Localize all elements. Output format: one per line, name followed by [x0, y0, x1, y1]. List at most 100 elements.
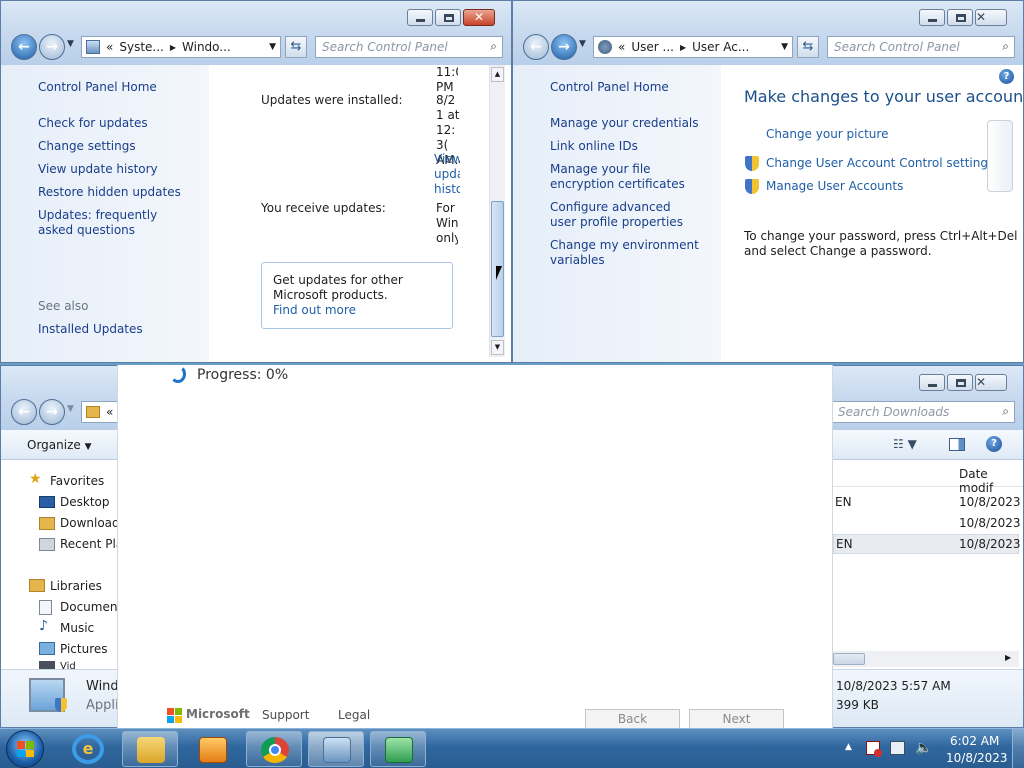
sidebar-control-panel-home[interactable]: Control Panel Home — [550, 80, 669, 94]
file-list: Date modif EN 10/8/2023 5 10/8/2023 5 EN… — [833, 461, 1023, 669]
search-placeholder: Search Downloads — [838, 405, 950, 419]
show-desktop-button[interactable] — [1012, 729, 1024, 768]
nav-desktop[interactable]: Desktop — [60, 495, 110, 509]
breadcrumb-overflow-icon[interactable]: « — [106, 40, 113, 54]
recent-pages-dropdown[interactable]: ▼ — [579, 39, 586, 49]
nav-videos[interactable]: Vid — [60, 661, 76, 669]
support-link[interactable]: Support — [262, 708, 309, 722]
search-input[interactable]: Search Control Panel ⌕ — [315, 36, 503, 58]
preview-pane-icon[interactable] — [949, 438, 965, 451]
back-button[interactable]: ← — [11, 399, 37, 425]
nav-pictures[interactable]: Pictures — [60, 642, 108, 656]
internet-explorer-icon[interactable]: e — [72, 734, 104, 764]
address-dropdown-icon[interactable]: ▼ — [781, 42, 788, 52]
scroll-right-arrow-icon[interactable]: ▶ — [1005, 653, 1011, 662]
details-size: 399 KB — [836, 698, 879, 712]
address-bar[interactable]: « User ... ▶ User Ac... ▼ — [593, 36, 793, 58]
sidebar-item-manage-credentials[interactable]: Manage your credentials — [550, 116, 699, 130]
start-button[interactable] — [6, 730, 44, 768]
address-dropdown-icon[interactable]: ▼ — [269, 42, 276, 52]
search-icon[interactable]: ⌕ — [1002, 39, 1009, 54]
microsoft-brand: Microsoft — [186, 707, 250, 721]
show-hidden-icons-button[interactable]: ▲ — [845, 742, 852, 752]
forward-button[interactable]: → — [551, 34, 577, 60]
user-picture-frame[interactable] — [987, 120, 1013, 192]
clock-date[interactable]: 10/8/2023 — [946, 751, 1008, 765]
search-input[interactable]: Search Downloads ⌕ — [831, 401, 1015, 423]
breadcrumb-user-accounts[interactable]: User Ac... — [692, 40, 749, 54]
manage-user-accounts-link[interactable]: Manage User Accounts — [766, 179, 903, 193]
maximize-button[interactable] — [947, 9, 973, 26]
sidebar-item-updates-faq[interactable]: Updates: frequently asked questions — [38, 208, 188, 238]
forward-button[interactable]: → — [39, 34, 65, 60]
find-out-more-link[interactable]: Find out more — [273, 303, 441, 318]
search-icon[interactable]: ⌕ — [1002, 404, 1009, 419]
breadcrumb-overflow-icon[interactable]: « — [106, 405, 113, 419]
table-row[interactable]: 10/8/2023 5 — [833, 513, 1023, 533]
close-button[interactable]: ✕ — [463, 9, 495, 26]
sidebar-item-view-update-history[interactable]: View update history — [38, 162, 158, 176]
table-row-selected[interactable]: EN 10/8/2023 5 — [833, 534, 1023, 554]
refresh-button[interactable]: ⇆ — [285, 36, 307, 58]
organize-button[interactable]: Organize ▼ — [27, 438, 92, 452]
forward-button[interactable]: → — [39, 399, 65, 425]
taskbar-explorer-button[interactable] — [122, 731, 178, 767]
scroll-down-arrow-icon[interactable]: ▼ — [491, 340, 504, 355]
search-input[interactable]: Search Control Panel ⌕ — [827, 36, 1015, 58]
title-bar[interactable]: ✕ ← → ▼ « User ... ▶ User Ac... ▼ ⇆ Sear… — [513, 1, 1023, 65]
horizontal-scrollbar[interactable]: ▶ — [833, 651, 1019, 667]
column-date-modified[interactable]: Date modif — [959, 467, 1023, 495]
sidebar-control-panel-home[interactable]: Control Panel Home — [38, 80, 157, 94]
breadcrumb-overflow-icon[interactable]: « — [618, 40, 625, 54]
horizontal-scroll-thumb[interactable] — [833, 653, 865, 665]
sidebar-item-restore-hidden-updates[interactable]: Restore hidden updates — [38, 185, 181, 199]
back-button[interactable]: ← — [11, 34, 37, 60]
close-button[interactable]: ✕ — [975, 374, 1007, 391]
maximize-button[interactable] — [435, 9, 461, 26]
view-options-icon[interactable]: ☷ ▼ — [893, 437, 917, 451]
sidebar-item-advanced-profile[interactable]: Configure advanced user profile properti… — [550, 200, 700, 230]
breadcrumb-windows-update[interactable]: Windo... — [182, 40, 231, 54]
breadcrumb-user-accounts-family[interactable]: User ... — [631, 40, 674, 54]
breadcrumb-system[interactable]: Syste... — [119, 40, 164, 54]
sidebar-item-installed-updates[interactable]: Installed Updates — [38, 322, 143, 336]
recent-pages-dropdown[interactable]: ▼ — [67, 404, 74, 414]
maximize-button[interactable] — [947, 374, 973, 391]
volume-muted-icon[interactable]: 🔈 — [915, 740, 932, 756]
change-picture-link[interactable]: Change your picture — [766, 127, 888, 141]
next-button[interactable]: Next — [689, 709, 784, 729]
close-button[interactable]: ✕ — [975, 9, 1007, 26]
table-row[interactable]: EN 10/8/2023 5 — [833, 492, 1023, 512]
nav-music[interactable]: Music — [60, 621, 94, 635]
taskbar-control-panel-button[interactable] — [308, 731, 364, 767]
scroll-up-arrow-icon[interactable]: ▲ — [491, 67, 504, 82]
taskbar-chrome-button[interactable] — [246, 731, 302, 767]
action-center-flag-icon[interactable] — [866, 741, 882, 757]
help-icon[interactable]: ? — [986, 436, 1002, 452]
vertical-scrollbar[interactable]: ▲ ▼ — [489, 65, 505, 357]
search-icon[interactable]: ⌕ — [490, 39, 497, 54]
back-button[interactable]: ← — [523, 34, 549, 60]
sidebar-item-change-settings[interactable]: Change settings — [38, 139, 136, 153]
uac-settings-link[interactable]: Change User Account Control settings — [766, 156, 994, 170]
address-bar[interactable]: « Syste... ▶ Windo... ▼ — [81, 36, 281, 58]
nav-favorites[interactable]: Favorites — [50, 474, 104, 488]
title-bar[interactable]: ✕ ← → ▼ « Syste... ▶ Windo... ▼ ⇆ Search… — [1, 1, 511, 65]
refresh-button[interactable]: ⇆ — [797, 36, 819, 58]
clock-time[interactable]: 6:02 AM — [950, 734, 999, 748]
nav-libraries[interactable]: Libraries — [50, 579, 102, 593]
network-icon[interactable] — [890, 741, 905, 755]
minimize-button[interactable] — [407, 9, 433, 26]
view-update-history-link[interactable]: View upda histo — [434, 152, 460, 197]
sidebar-item-check-for-updates[interactable]: Check for updates — [38, 116, 148, 130]
recent-pages-dropdown[interactable]: ▼ — [67, 39, 74, 49]
minimize-button[interactable] — [919, 374, 945, 391]
sidebar-item-environment-variables[interactable]: Change my environment variables — [550, 238, 700, 268]
taskbar-installer-button[interactable] — [370, 731, 426, 767]
sidebar-item-file-encryption[interactable]: Manage your file encryption certificates — [550, 162, 710, 192]
minimize-button[interactable] — [919, 9, 945, 26]
legal-link[interactable]: Legal — [338, 708, 370, 722]
sidebar-item-link-online-ids[interactable]: Link online IDs — [550, 139, 638, 153]
back-button[interactable]: Back — [585, 709, 680, 729]
taskbar-media-player-button[interactable] — [184, 731, 240, 767]
